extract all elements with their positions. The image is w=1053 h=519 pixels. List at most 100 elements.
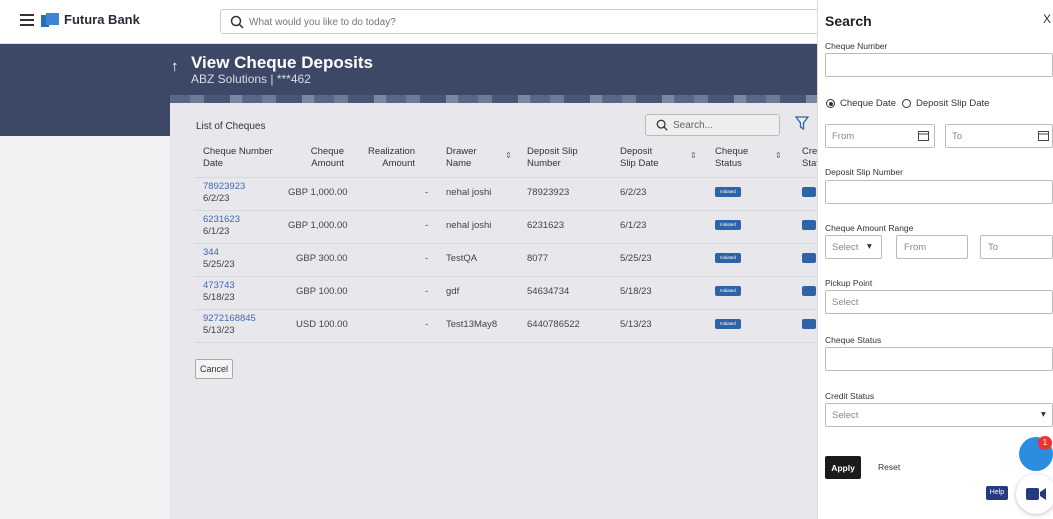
global-search[interactable]: [220, 9, 820, 34]
pickup-point-select[interactable]: [825, 290, 1053, 314]
cheque-amount: GBP 1,000.00: [288, 187, 348, 198]
cheque-number-field[interactable]: [825, 53, 1053, 77]
credit-status-label: Credit Status: [825, 391, 875, 401]
currency-select-value: Select: [832, 242, 859, 253]
brand-name[interactable]: Futura Bank: [64, 12, 140, 27]
cheque-date: 5/25/23: [203, 259, 235, 270]
col-header-cheque-number-date[interactable]: Cheque Number Date: [203, 146, 273, 170]
cheque-date: 5/13/23: [203, 325, 235, 336]
video-call-icon[interactable]: [1016, 474, 1053, 514]
realization-amount: -: [425, 187, 429, 198]
cheque-number-label: Cheque Number: [825, 41, 888, 51]
sort-icon[interactable]: ⇕: [505, 151, 512, 160]
reset-button[interactable]: Reset: [878, 462, 900, 472]
close-icon[interactable]: X: [1043, 12, 1051, 26]
cheque-status-badge: Initiated: [715, 319, 741, 329]
credit-status-select[interactable]: [825, 403, 1053, 427]
to-placeholder: To: [952, 131, 963, 142]
credit-status-value: Select: [832, 410, 859, 421]
drawer-name: nehal joshi: [446, 220, 492, 231]
cheque-amount: GBP 1,000.00: [288, 220, 348, 231]
credit-status-badge: [802, 319, 816, 329]
sort-icon[interactable]: ⇕: [690, 151, 697, 160]
deposit-slip-number: 6231623: [527, 220, 564, 231]
deposit-slip-number-label: Deposit Slip Number: [825, 167, 903, 177]
from-placeholder: From: [832, 131, 855, 142]
deposit-slip-date: 5/13/23: [620, 319, 652, 330]
cheque-amount: GBP 300.00: [296, 253, 348, 264]
list-title: List of Cheques: [196, 121, 266, 132]
radio-deposit-slip-date-label: Deposit Slip Date: [916, 98, 990, 109]
camera-icon: [1026, 488, 1046, 500]
cancel-button[interactable]: Cancel: [195, 359, 233, 379]
cheque-amount: GBP 100.00: [296, 286, 348, 297]
drawer-title: Search: [825, 13, 872, 29]
realization-amount: -: [425, 286, 429, 297]
realization-amount: -: [425, 220, 429, 231]
cheque-number-link[interactable]: 78923923: [203, 181, 245, 192]
chevron-down-icon: ▾: [867, 241, 872, 252]
realization-amount: -: [425, 319, 429, 330]
apply-button[interactable]: Apply: [825, 456, 861, 479]
cheque-status-badge: Initiated: [715, 253, 741, 263]
table-search[interactable]: Search...: [645, 114, 780, 136]
deposit-slip-date: 5/25/23: [620, 253, 652, 264]
drawer-name: gdf: [446, 286, 460, 297]
deposit-slip-number: 54634734: [527, 286, 570, 297]
credit-status-badge: [802, 286, 816, 296]
cheque-date: 5/18/23: [203, 292, 235, 303]
deposit-slip-date: 6/1/23: [620, 220, 647, 231]
drawer-name: TestQA: [446, 253, 478, 264]
radio-cheque-date[interactable]: [826, 99, 835, 108]
search-drawer: [817, 0, 1053, 519]
deposit-slip-number: 78923923: [527, 187, 570, 198]
help-button[interactable]: Help: [986, 486, 1008, 500]
cheque-date: 6/1/23: [203, 226, 230, 237]
back-arrow-icon[interactable]: ↑: [171, 58, 179, 75]
col-header-drawer-name[interactable]: Drawer Name: [446, 146, 486, 170]
col-header-cheque-amount[interactable]: Cheque Amount: [300, 146, 344, 170]
pickup-point-value: Select: [832, 297, 859, 308]
cheque-number-link[interactable]: 344: [203, 247, 219, 258]
col-header-realization-amount[interactable]: Realization Amount: [365, 146, 415, 170]
filter-icon[interactable]: [795, 116, 809, 130]
radio-deposit-slip-date[interactable]: [902, 99, 911, 108]
table-search-placeholder: Search...: [673, 120, 714, 131]
col-header-cheque-status[interactable]: Cheque Status: [715, 146, 755, 170]
search-icon: [230, 15, 244, 29]
calendar-icon[interactable]: [1038, 130, 1049, 141]
global-search-input[interactable]: [249, 13, 749, 31]
sort-icon[interactable]: ⇕: [775, 151, 782, 160]
cheque-status-badge: Initiated: [715, 286, 741, 296]
deposit-slip-number-field[interactable]: [825, 180, 1053, 204]
col-header-deposit-slip-number[interactable]: Deposit Slip Number: [527, 146, 582, 170]
credit-status-badge: [802, 253, 816, 263]
calendar-icon[interactable]: [918, 130, 929, 141]
amount-range-label: Cheque Amount Range: [825, 223, 914, 233]
cheque-number-link[interactable]: 473743: [203, 280, 235, 291]
cheque-status-badge: Initiated: [715, 220, 741, 230]
chevron-down-icon: ▾: [1041, 409, 1046, 420]
chat-notification-badge: 1: [1038, 436, 1052, 450]
header-decoration-band: [170, 95, 820, 103]
credit-status-badge: [802, 187, 816, 197]
hamburger-menu-icon[interactable]: [20, 14, 34, 26]
amount-to-placeholder: To: [988, 242, 999, 253]
table-row-divider: [194, 342, 820, 343]
cheque-status-field[interactable]: [825, 347, 1053, 371]
deposit-slip-number: 6440786522: [527, 319, 580, 330]
cheque-number-link[interactable]: 6231623: [203, 214, 240, 225]
cheque-number-link[interactable]: 9272168845: [203, 313, 256, 324]
pickup-point-label: Pickup Point: [825, 278, 873, 288]
realization-amount: -: [425, 253, 429, 264]
drawer-name: Test13May8: [446, 319, 498, 330]
amount-from-placeholder: From: [904, 242, 927, 253]
deposit-slip-number: 8077: [527, 253, 549, 264]
deposit-slip-date: 6/2/23: [620, 187, 647, 198]
credit-status-badge: [802, 220, 816, 230]
page-title: View Cheque Deposits: [191, 53, 374, 72]
col-header-deposit-slip-date[interactable]: Deposit Slip Date: [620, 146, 670, 170]
drawer-name: nehal joshi: [446, 187, 492, 198]
deposit-slip-date: 5/18/23: [620, 286, 652, 297]
cheque-status-badge: Initiated: [715, 187, 741, 197]
